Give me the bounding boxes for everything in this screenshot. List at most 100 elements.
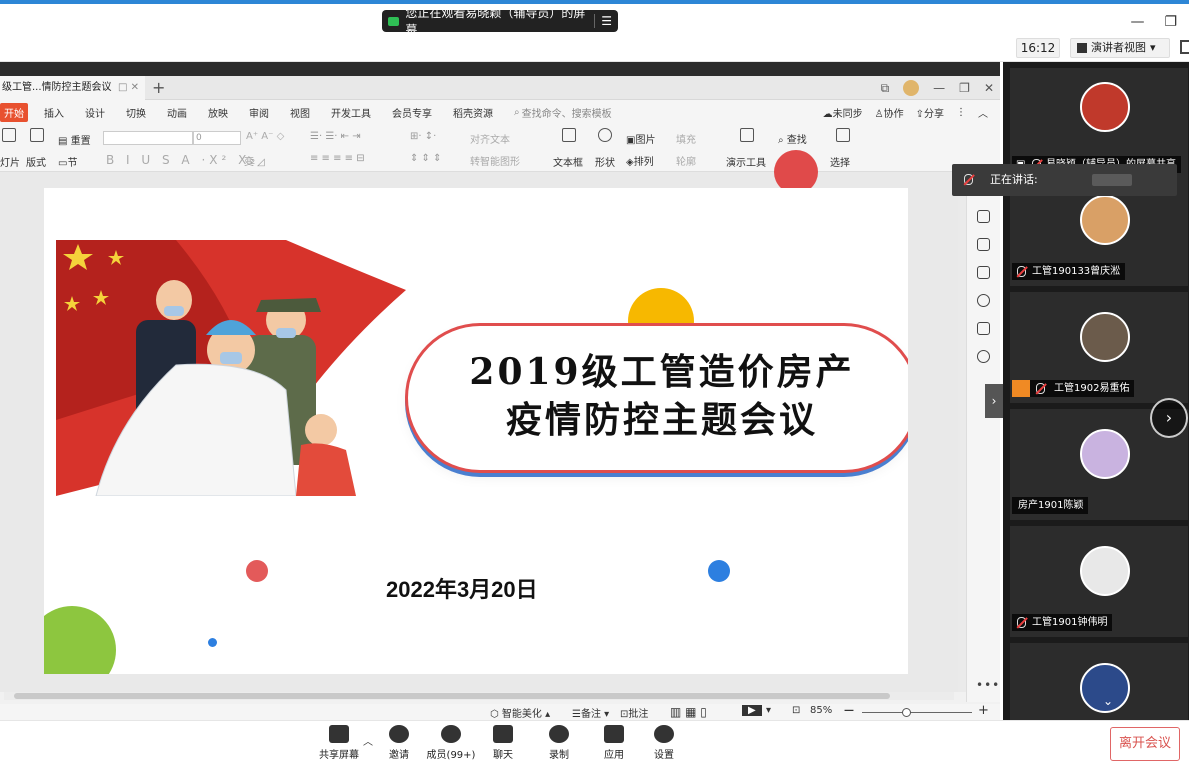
document-tab[interactable]: 级工管...情防控主题会议 □ ✕ [0,76,145,100]
view-mode-icons[interactable]: ▥ ▦ ▯ [670,705,707,719]
members-button[interactable]: 成员(99+) [421,725,481,761]
zoom-in-icon[interactable]: + [978,703,989,718]
menu-docer[interactable]: 稻壳资源 [453,105,493,120]
list-icons[interactable]: ☰· ☰· ⇤ ⇥ [310,131,361,142]
textbox-label[interactable]: 文本框 [553,154,583,169]
slide[interactable]: 2019级工管造价房产 疫情防控主题会议 2022年3月20日 [44,188,908,674]
invite-label: 邀请 [389,750,409,761]
add-tab-icon[interactable]: + [152,78,165,97]
menu-member[interactable]: 会员专享 [392,105,432,120]
font-grow-icon[interactable]: A⁺ A⁻ ◇ [246,131,284,142]
share-button[interactable]: ⇪分享 [916,105,944,120]
comment-button[interactable]: ⊡批注 [620,705,648,720]
menu-insert[interactable]: 插入 [44,105,64,120]
select-label[interactable]: 选择 [830,154,850,169]
participant-tile[interactable]: 工管1902易重佑 [1010,292,1188,403]
textbox-icon[interactable] [562,128,576,142]
participant-tile[interactable]: ▣ 易晓颖（辅导员）的屏幕共享 [1010,68,1188,179]
menu-icon[interactable]: ☰ [594,14,612,28]
settings-sliders-icon[interactable] [977,210,990,223]
font-family-select[interactable] [103,131,193,145]
line-spacing-icons[interactable]: ⇕ ⇕ ⇕ [410,153,442,164]
arrange-button[interactable]: ◈排列 [626,153,654,168]
new-slide-icon[interactable] [2,128,16,142]
minimize-icon[interactable]: — [1130,14,1144,30]
find-button[interactable]: ⌕ 查找 [778,131,807,146]
location-icon[interactable] [977,350,990,363]
fit-window-icon[interactable]: ⊡ [792,705,800,716]
page-count-icon[interactable]: ⧉ [881,81,890,96]
chevron-down-icon[interactable]: ⌄ [1096,694,1120,710]
reset-button[interactable]: ▤ 重置 [58,132,91,147]
collapse-ribbon-icon[interactable]: ︿ [978,105,988,120]
menu-animation[interactable]: 动画 [167,105,187,120]
text-direction-icons[interactable]: ⊞· ↕· [410,131,436,142]
record-button[interactable]: 录制 [529,725,589,761]
fill-button[interactable]: 填充 [676,131,696,146]
next-page-button[interactable]: › [1150,398,1188,438]
play-icon[interactable]: ▶ [742,705,762,716]
user-avatar[interactable] [903,80,920,96]
close-icon[interactable]: □ ✕ [118,76,139,100]
zoom-out-icon[interactable]: — [844,705,854,716]
more-icon[interactable]: ••• [976,678,1000,692]
align-icons[interactable]: ≡ ≡ ≡ ≡ ⊟ [310,153,365,164]
layout-icon[interactable] [30,128,44,142]
menu-slideshow[interactable]: 放映 [208,105,228,120]
char-spacing-icon[interactable]: 变 ◿ [244,153,265,168]
fullscreen-icon[interactable] [1180,40,1189,54]
collapse-panel-button[interactable]: › [985,384,1003,418]
section-button[interactable]: ▭节 [58,154,77,169]
sync-button[interactable]: ☁未同步 [823,105,863,120]
share-screen-button[interactable]: 共享屏幕 [309,725,369,761]
layout-label[interactable]: 版式 [26,154,46,169]
zoom-slider[interactable] [862,708,972,717]
font-size-select[interactable]: 0 [193,131,241,145]
invite-button[interactable]: 邀请 [369,725,429,761]
speaker-name-blurred [1092,174,1132,186]
close-icon[interactable]: ✕ [984,81,994,95]
align-text-button[interactable]: 对齐文本 [470,131,510,146]
font-style-icons[interactable]: B I U S A ·X² X₂ [106,153,259,167]
zoom-level[interactable]: 85% [810,705,832,716]
help-icon[interactable] [977,294,990,307]
presenter-view-dropdown[interactable]: 演讲者视图 ▾ [1070,38,1170,58]
restore-icon[interactable]: ❐ [959,81,970,95]
share-options-caret[interactable]: ︿ [363,733,373,748]
collab-button[interactable]: ♙协作 [875,105,904,120]
scroll-thumb[interactable] [14,693,890,699]
menu-design[interactable]: 设计 [85,105,105,120]
settings-button[interactable]: 设置 [634,725,694,761]
shape-icon[interactable] [598,128,612,142]
menu-view[interactable]: 视图 [290,105,310,120]
minimize-icon[interactable]: — [933,81,945,95]
beautify-button[interactable]: ⬡ 智能美化 ▴ [490,705,550,720]
outline-button[interactable]: 轮廓 [676,153,696,168]
presentation-tools-label[interactable]: 演示工具 [726,154,766,169]
presentation-tools-icon[interactable] [740,128,754,142]
smart-shape-button[interactable]: 转智能图形 [470,153,520,168]
menu-review[interactable]: 审阅 [249,105,269,120]
vertical-scrollbar[interactable] [958,172,966,692]
restore-icon[interactable]: ❐ [1164,14,1177,30]
shape-label[interactable]: 形状 [595,154,615,169]
participant-tile[interactable]: 工管1901钟伟明 [1010,526,1188,637]
menu-start[interactable]: 开始 [0,102,28,122]
notes-button[interactable]: ☰备注 ▾ [572,705,609,720]
command-search[interactable]: 查找命令、搜索模板 [522,105,612,120]
new-slide-label[interactable]: 灯片 [0,154,20,169]
copy-icon[interactable] [977,266,990,279]
menu-transition[interactable]: 切换 [126,105,146,120]
menu-developer[interactable]: 开发工具 [331,105,371,120]
zoom-slider-knob[interactable] [902,708,911,717]
more-icon[interactable]: ⋮ [956,107,966,118]
leave-meeting-button[interactable]: 离开会议 [1110,727,1180,761]
watching-banner[interactable]: 您正在观看易晓颖（辅导员）的屏幕 ☰ [382,6,618,37]
chat-button[interactable]: 聊天 [473,725,533,761]
star-icon[interactable] [977,238,990,251]
horizontal-scrollbar[interactable] [4,692,954,700]
select-icon[interactable] [836,128,850,142]
image-icon[interactable] [977,322,990,335]
play-dropdown-icon[interactable]: ▾ [766,705,771,716]
picture-button[interactable]: ▣图片 [626,131,655,146]
